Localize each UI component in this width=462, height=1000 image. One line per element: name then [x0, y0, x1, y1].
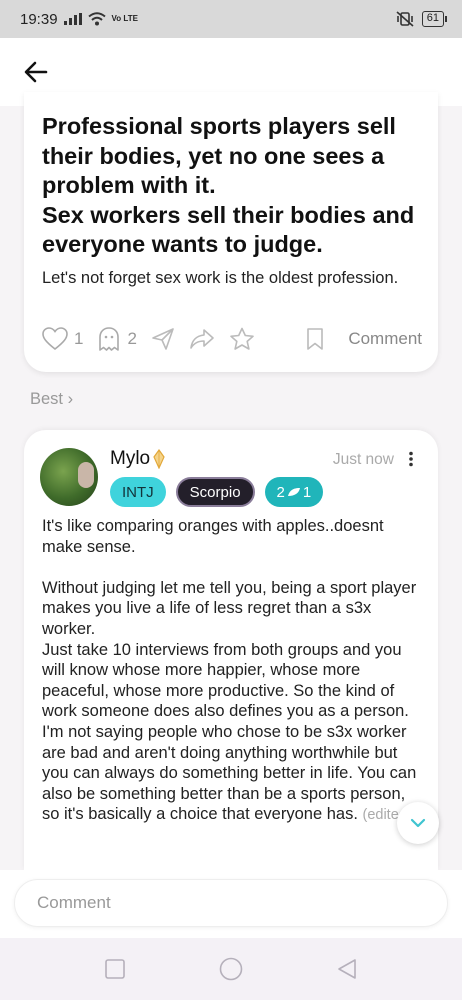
- signal-icon: [63, 13, 82, 25]
- comment-card: Mylo Just now INTJ Scorpio 2 1 It's like…: [24, 430, 438, 870]
- comment-body: It's like comparing oranges with apples.…: [42, 517, 417, 824]
- username[interactable]: Mylo: [110, 448, 150, 470]
- like-button[interactable]: 1: [42, 327, 83, 351]
- chevron-down-icon: [410, 818, 426, 828]
- post-actions: 1 2 Comment: [42, 324, 422, 354]
- favorite-button[interactable]: [229, 327, 255, 351]
- ghost-icon: [99, 327, 120, 351]
- level-tag-value-b: 1: [302, 483, 312, 501]
- heart-icon: [42, 327, 68, 351]
- wifi-icon: [87, 12, 106, 26]
- triangle-back-icon[interactable]: [336, 958, 358, 980]
- vibrate-mute-icon: [396, 11, 414, 27]
- star-icon: [230, 327, 254, 350]
- ghost-count: 2: [127, 329, 137, 348]
- comment-text: It's like comparing oranges with apples.…: [42, 516, 426, 826]
- share-arrow-icon: [190, 329, 214, 349]
- avatar[interactable]: [40, 448, 98, 506]
- level-tag-value-a: 2: [276, 483, 285, 501]
- comment-action-label[interactable]: Comment: [348, 329, 422, 349]
- like-count: 1: [74, 329, 84, 348]
- comment-bar: Comment: [0, 870, 462, 938]
- mbti-tag[interactable]: INTJ: [110, 477, 166, 507]
- volte-indicator: Vo LTE: [111, 14, 138, 23]
- scroll-down-button[interactable]: [397, 802, 439, 844]
- post-body: Let's not forget sex work is the oldest …: [42, 269, 399, 287]
- comment-timestamp: Just now: [332, 451, 394, 468]
- comment-author[interactable]: Mylo: [110, 448, 165, 470]
- circle-icon[interactable]: [219, 957, 243, 981]
- level-tag[interactable]: 2 1: [264, 477, 324, 507]
- share-button[interactable]: [189, 328, 215, 350]
- system-nav-bar: [0, 938, 462, 1000]
- bookmark-icon[interactable]: [306, 327, 324, 351]
- comment-action[interactable]: Comment: [306, 327, 422, 351]
- gold-badge-icon: [153, 449, 165, 469]
- battery-indicator: 61: [421, 11, 448, 27]
- paper-plane-icon: [152, 328, 174, 350]
- post-card: Professional sports players sell their b…: [24, 92, 438, 372]
- send-button[interactable]: [151, 327, 175, 351]
- sort-dropdown[interactable]: Best ›: [30, 390, 73, 409]
- user-tags: INTJ Scorpio 2 1: [110, 477, 324, 507]
- status-bar: 19:39 Vo LTE 61: [0, 0, 462, 38]
- more-vertical-icon[interactable]: [408, 451, 414, 467]
- status-time: 19:39: [20, 10, 58, 28]
- arrow-left-icon[interactable]: [22, 58, 50, 86]
- leaf-icon: [287, 488, 300, 496]
- post-title: Professional sports players sell their b…: [42, 113, 415, 257]
- square-icon[interactable]: [104, 958, 126, 980]
- ghost-button[interactable]: 2: [97, 326, 137, 352]
- zodiac-tag[interactable]: Scorpio: [175, 477, 255, 507]
- comment-input[interactable]: Comment: [14, 879, 448, 927]
